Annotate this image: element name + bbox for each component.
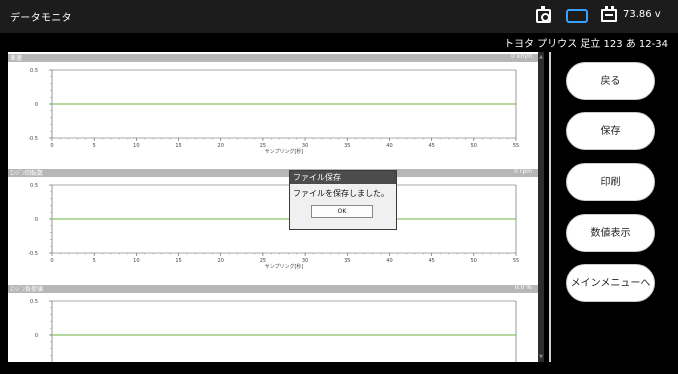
chart-plot: 0.50-0.50 5 10 15 20 25 30 35 40 45 50 55サンプリング[秒]: [28, 68, 519, 155]
x-tick-label: 5: [93, 143, 96, 149]
chart-header: ｴﾝｼﾞﾝ負荷値 0.0 %: [8, 284, 538, 293]
x-tick-label: 15: [175, 143, 181, 149]
chart-label: 車速: [10, 55, 23, 62]
main-menu-button[interactable]: メインメニューへ: [566, 264, 655, 302]
ok-button[interactable]: OK: [311, 205, 373, 218]
y-tick-label: 0: [35, 217, 38, 223]
chart-panel-engine-load: ｴﾝｼﾞﾝ負荷値 0.0 % 0.5 0: [8, 284, 538, 362]
chart-plot: 0.50: [30, 299, 517, 362]
chart-scrollbar[interactable]: ▲ ▼: [538, 52, 544, 362]
x-tick-label: 50: [471, 258, 477, 264]
y-tick-label: 0.5: [30, 68, 38, 74]
x-tick-label: 20: [218, 143, 224, 149]
camera-icon[interactable]: [536, 6, 551, 23]
numeric-display-button[interactable]: 数値表示: [566, 214, 655, 252]
divider: [549, 52, 551, 362]
chart-current-value: 0 rpm: [514, 168, 532, 175]
x-tick-label: 45: [428, 143, 434, 149]
vci-link-icon: [566, 9, 588, 23]
save-button[interactable]: 保存: [566, 112, 655, 150]
y-tick-label: 0: [35, 333, 38, 339]
dialog-title: ファイル保存: [290, 171, 396, 184]
chart-current-value: 0 km/h: [511, 53, 532, 60]
vehicle-name: トヨタ プリウス 足立 123 あ 12-34: [503, 39, 668, 50]
x-tick-label: 40: [386, 143, 392, 149]
battery-voltage: 73.86 v: [623, 9, 661, 20]
x-tick-label: 0: [50, 258, 53, 264]
x-tick-label: 45: [428, 258, 434, 264]
x-tick-label: 35: [344, 258, 350, 264]
scroll-up-arrow-icon[interactable]: ▲: [538, 54, 544, 60]
chart-area: 車速 0 km/h 0.5 0 -0.5 0 5 10 15 20 25 30 35 40 45 50 55…: [8, 52, 538, 362]
x-axis-label: サンプリング[秒]: [265, 263, 304, 270]
x-tick-label: 0: [50, 143, 53, 149]
scroll-down-arrow-icon[interactable]: ▼: [538, 354, 544, 360]
chart-label: ｴﾝｼﾞﾝ回転数: [10, 170, 44, 177]
x-tick-label: 15: [175, 258, 181, 264]
y-tick-label: 0.5: [30, 183, 38, 189]
x-tick-label: 55: [513, 143, 519, 149]
save-dialog: ファイル保存 ファイルを保存しました。 OK: [289, 170, 397, 230]
battery-icon: [601, 6, 617, 22]
chart-header: 車速 0 km/h: [8, 53, 538, 62]
chart-plot: 0.50-0.50 5 10 15 20 25 30 35 40 45 50 55サンプリング[秒]: [28, 183, 519, 270]
y-tick-label: 0.5: [30, 299, 38, 305]
x-tick-label: 10: [133, 143, 139, 149]
chart-label: ｴﾝｼﾞﾝ負荷値: [10, 286, 44, 293]
x-tick-label: 5: [93, 258, 96, 264]
app-title: データモニタ: [10, 13, 72, 24]
y-tick-label: -0.5: [28, 136, 38, 142]
title-bar: データモニタ 73.86 v: [0, 0, 678, 33]
x-tick-label: 35: [344, 143, 350, 149]
chart-current-value: 0.0 %: [514, 284, 532, 291]
chart-panel-vehicle-speed: 車速 0 km/h 0.5 0 -0.5 0 5 10 15 20 25 30 35 40 45 50 55…: [8, 53, 538, 169]
y-tick-label: -0.5: [28, 251, 38, 257]
x-tick-label: 50: [471, 143, 477, 149]
y-tick-label: 0: [35, 102, 38, 108]
x-axis-label: サンプリング[秒]: [265, 148, 304, 155]
vehicle-bar: トヨタ プリウス 足立 123 あ 12-34: [0, 33, 678, 50]
chart-panel-engine-rpm: ｴﾝｼﾞﾝ回転数 0 rpm 0.5 0 -0.5 0 5 10 15 20 25 30 35 40 4…: [8, 168, 538, 284]
x-tick-label: 10: [133, 258, 139, 264]
dialog-message: ファイルを保存しました。: [293, 189, 389, 198]
chart-header: ｴﾝｼﾞﾝ回転数 0 rpm: [8, 168, 538, 177]
print-button[interactable]: 印刷: [566, 163, 655, 201]
x-tick-label: 20: [218, 258, 224, 264]
back-button[interactable]: 戻る: [566, 62, 655, 100]
x-tick-label: 55: [513, 258, 519, 264]
x-tick-label: 40: [386, 258, 392, 264]
